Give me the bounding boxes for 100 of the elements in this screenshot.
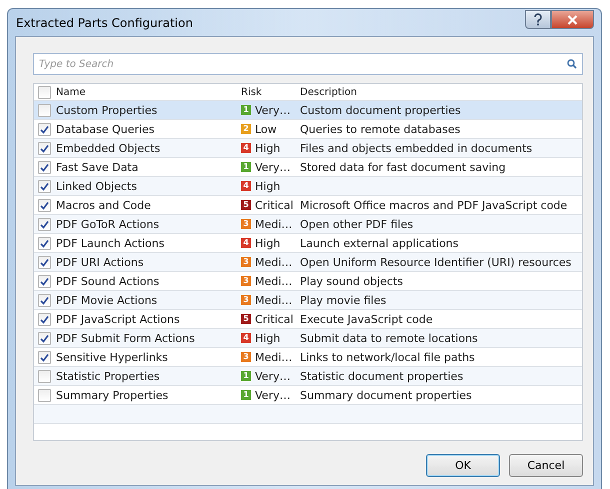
column-header[interactable]: Name <box>56 86 241 98</box>
checkbox[interactable] <box>38 236 51 250</box>
search-field[interactable]: Type to Search <box>33 53 583 75</box>
close-icon <box>567 14 578 24</box>
checkbox[interactable] <box>38 312 51 326</box>
table-cell-text: Summary Properties <box>56 388 170 402</box>
table-cell-text: Sensitive Hyperlinks <box>56 350 169 364</box>
table-row[interactable]: PDF GoToR Actions 3 Medi… Open other PDF files <box>34 215 582 234</box>
table-row[interactable]: PDF Launch Actions 4 High Launch external applications <box>34 234 582 253</box>
dialog-button[interactable]: OK <box>426 454 500 477</box>
table-cell: Very… <box>255 104 290 116</box>
table-cell-text: Queries to remote databases <box>300 122 462 136</box>
checkbox[interactable] <box>38 104 51 116</box>
table-row[interactable]: PDF Sound Actions 3 Medi… Play sound objects <box>34 272 582 291</box>
table-row[interactable]: Custom Properties 1 Very… Custom document properties <box>34 101 582 120</box>
risk-badge: 3 <box>241 276 251 286</box>
table-cell-text: Summary document properties <box>300 388 473 402</box>
table-cell-text: Stored data for fast document saving <box>300 160 507 174</box>
checkbox[interactable] <box>38 256 51 268</box>
checkbox[interactable] <box>38 142 51 154</box>
table-cell-text: Statistic Properties <box>56 370 161 382</box>
checkbox[interactable] <box>38 180 51 192</box>
table-cell-text: PDF JavaScript Actions <box>56 312 181 326</box>
table-cell-text: Linked Objects <box>56 180 138 192</box>
help-icon <box>532 13 544 26</box>
table-cell-text: Open Uniform Resource Identifier (URI) resources <box>300 256 572 268</box>
table-cell-text: Fast Save Data <box>56 160 140 174</box>
risk-badge: 1 <box>241 371 251 381</box>
column-header[interactable]: Risk <box>241 86 300 98</box>
close-button[interactable] <box>551 10 594 29</box>
risk-badge: 3 <box>241 257 251 267</box>
table-cell-text: Links to network/local file paths <box>300 350 476 364</box>
checkbox[interactable] <box>38 198 51 212</box>
risk-badge: 3 <box>241 219 251 229</box>
checkbox[interactable] <box>38 218 51 230</box>
table-row[interactable]: Embedded Objects 4 High Files and objects embedded in documents <box>34 139 582 158</box>
table-cell-text: PDF Sound Actions <box>56 274 160 288</box>
risk-badge: 4 <box>241 143 251 153</box>
table-cell-text: Database Queries <box>56 122 156 136</box>
table-cell: Medi… <box>255 274 292 288</box>
checkbox[interactable] <box>38 332 51 344</box>
table-cell-text: Play sound objects <box>300 274 404 288</box>
table-cell: Critical <box>255 312 294 326</box>
table-cell-text: Launch external applications <box>300 236 460 250</box>
table-row[interactable]: Summary Properties 1 Very… Summary document properties <box>34 386 582 405</box>
table-cell: Medi… <box>255 294 292 306</box>
column-header[interactable]: Description <box>300 86 582 98</box>
search-icon[interactable] <box>567 59 577 69</box>
table-cell: High <box>255 332 280 344</box>
table-cell: Medi… <box>255 218 292 230</box>
checkbox[interactable] <box>38 122 51 136</box>
window-title: Extracted Parts Configuration <box>15 16 194 30</box>
table-cell: High <box>255 142 280 154</box>
risk-badge: 1 <box>241 105 251 115</box>
risk-badge: 1 <box>241 162 251 172</box>
checkbox[interactable] <box>38 350 51 364</box>
table-row[interactable]: Fast Save Data 1 Very… Stored data for fast document saving <box>34 158 582 177</box>
risk-badge: 3 <box>241 352 251 362</box>
table-cell: Low <box>255 122 277 136</box>
checkbox[interactable] <box>38 86 51 98</box>
table-cell-text: PDF Launch Actions <box>56 236 166 250</box>
table-cell: Very… <box>255 160 290 174</box>
table-cell: High <box>255 236 280 250</box>
table-row[interactable]: Macros and Code 5 Critical Microsoft Office macros and PDF JavaScript code <box>34 196 582 215</box>
table-cell-text: Execute JavaScript code <box>300 312 434 326</box>
dialog-button[interactable]: Cancel <box>509 454 583 477</box>
table-row[interactable]: PDF Movie Actions 3 Medi… Play movie files <box>34 291 582 310</box>
checkbox[interactable] <box>38 294 51 306</box>
table-row[interactable]: Statistic Properties 1 Very… Statistic document properties <box>34 367 582 386</box>
table-cell-text: PDF GoToR Actions <box>56 218 160 230</box>
risk-badge: 4 <box>241 181 251 191</box>
risk-badge: 4 <box>241 333 251 343</box>
table-row[interactable]: Linked Objects 4 High <box>34 177 582 196</box>
checkbox[interactable] <box>38 370 51 382</box>
table-row[interactable]: PDF Submit Form Actions 4 High Submit data to remote locations <box>34 329 582 348</box>
risk-badge: 2 <box>241 124 251 134</box>
table-cell: Medi… <box>255 350 292 364</box>
table-cell: High <box>255 180 280 192</box>
help-button[interactable] <box>525 10 551 29</box>
table-row[interactable]: Sensitive Hyperlinks 3 Medi… Links to network/local file paths <box>34 348 582 367</box>
table-row[interactable]: Database Queries 2 Low Queries to remote databases <box>34 120 582 139</box>
table-row[interactable]: PDF URI Actions 3 Medi… Open Uniform Resource Identifier (URI) resources <box>34 253 582 272</box>
checkbox[interactable] <box>38 388 51 402</box>
risk-badge: 4 <box>241 238 251 248</box>
table-cell-text: Macros and Code <box>56 198 152 212</box>
table-cell-text: PDF URI Actions <box>56 256 145 268</box>
risk-badge: 3 <box>241 295 251 305</box>
table-cell-text: Custom document properties <box>300 104 462 116</box>
table-cell-text: Open other PDF files <box>300 218 414 230</box>
table-cell: Very… <box>255 370 290 382</box>
checkbox[interactable] <box>38 274 51 288</box>
table-cell-text: Play movie files <box>300 294 388 306</box>
table-cell-text: Submit data to remote locations <box>300 332 479 344</box>
table-cell: Critical <box>255 198 294 212</box>
table-cell: Very… <box>255 388 290 402</box>
table-cell-text: Files and objects embedded in documents <box>300 142 534 154</box>
checkbox[interactable] <box>38 160 51 174</box>
table-row[interactable]: PDF JavaScript Actions 5 Critical Execute JavaScript code <box>34 310 582 329</box>
table-cell-text: Microsoft Office macros and PDF JavaScript code <box>300 198 568 212</box>
table-cell-text: Embedded Objects <box>56 142 162 154</box>
